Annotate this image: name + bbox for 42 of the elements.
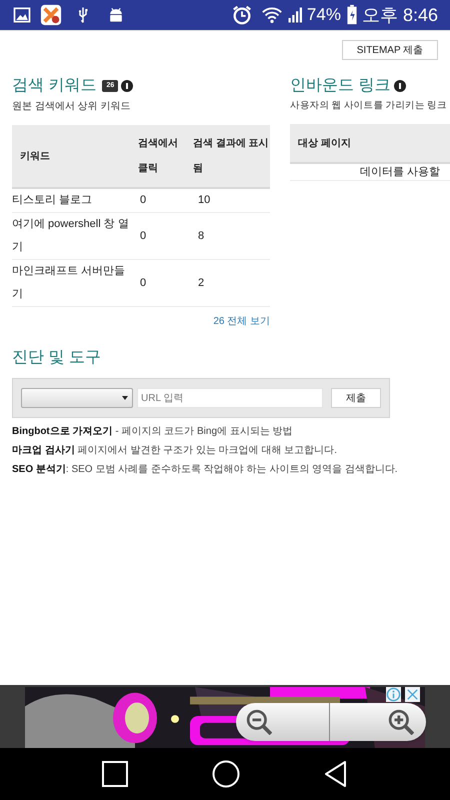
tool-description: SEO 분석기: SEO 모범 사례를 준수하도록 작업해야 하는 사이트의 영역을 검색합니다. (12, 463, 398, 477)
url-input-field[interactable]: URL 입력 (137, 388, 323, 408)
back-button[interactable] (322, 760, 349, 788)
gallery-icon (12, 5, 32, 25)
section-title: 인바운드 링크 (290, 76, 390, 96)
section-subtitle: 사용자의 웹 사이트를 가리키는 링크 (290, 99, 447, 113)
column-header[interactable]: 검색 결과에 표시됨 (190, 125, 270, 188)
section-title: 검색 키워드 (12, 76, 96, 96)
table-cell: 8 (190, 212, 270, 260)
zoom-in-button[interactable] (330, 703, 426, 741)
table-cell: 여기에 powershell 창 열기 (12, 212, 135, 260)
column-header[interactable]: 검색에서 클릭 (135, 125, 190, 188)
tool-description: Bingbot으로 가져오기 - 페이지의 코드가 Bing에 표시되는 방법 (12, 425, 293, 439)
table-cell: 10 (190, 188, 270, 212)
zoom-out-icon (246, 709, 272, 735)
sitemap-button[interactable]: SITEMAP 제출 (342, 40, 438, 60)
table-cell: 티스토리 블로그 (12, 188, 135, 212)
alarm-icon (230, 4, 253, 26)
info-icon[interactable] (121, 80, 134, 92)
column-header[interactable]: 대상 페이지 (298, 136, 351, 151)
app-icon (40, 4, 62, 26)
column-header[interactable]: 키워드 (12, 125, 135, 188)
empty-message: 데이터를 사용할 (360, 165, 440, 180)
table-cell: 0 (135, 260, 190, 306)
clock-time: 오후 8:46 (362, 4, 438, 26)
home-button[interactable] (212, 760, 240, 788)
table-cell: 0 (135, 212, 190, 260)
zoom-out-button[interactable] (236, 703, 330, 741)
table-cell: 2 (190, 260, 270, 306)
tool-description: 마크업 검사기 페이지에서 발견한 구조가 있는 마크업에 대해 보고합니다. (12, 444, 338, 458)
table-cell: 0 (135, 188, 190, 212)
table-cell: 마인크래프트 서버만들기 (12, 260, 135, 306)
info-icon[interactable] (394, 80, 406, 92)
battery-percent: 74% (306, 4, 341, 26)
recents-button[interactable] (101, 760, 130, 788)
zoom-in-icon (388, 709, 414, 735)
section-title: 진단 및 도구 (12, 348, 101, 368)
submit-button[interactable]: 제출 (331, 388, 381, 408)
view-all-link[interactable]: 26 전체 보기 (213, 314, 270, 329)
signal-icon (286, 5, 305, 25)
caret-icon (122, 396, 128, 400)
section-subtitle: 원본 검색에서 상위 키워드 (12, 100, 132, 114)
